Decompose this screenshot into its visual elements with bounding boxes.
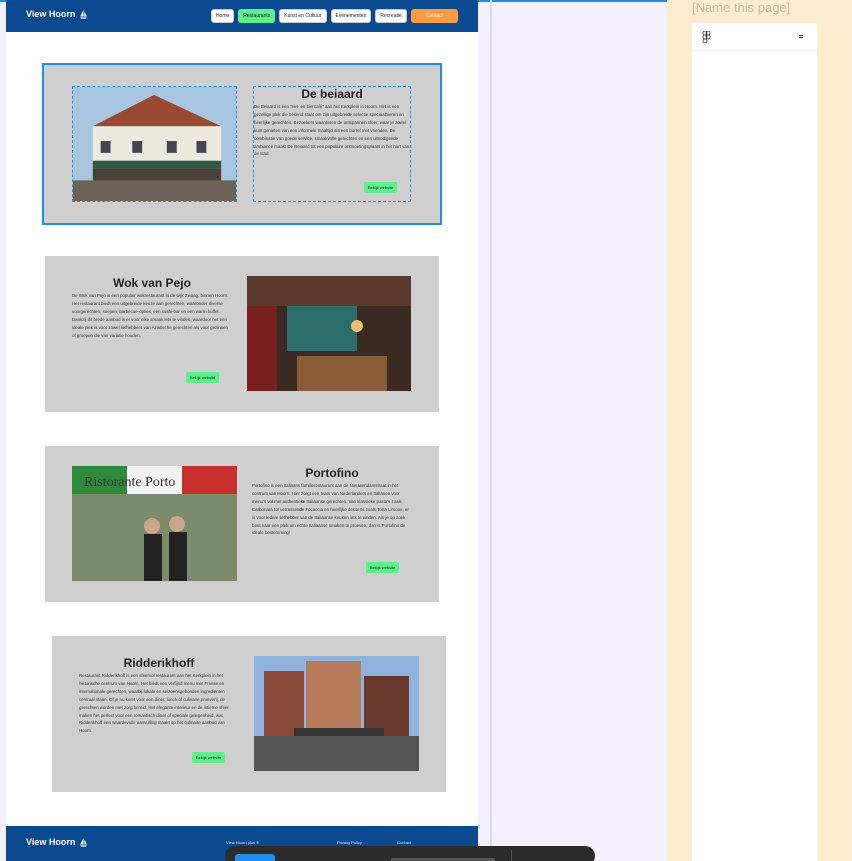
svg-text:Ristorante Porto: Ristorante Porto — [84, 475, 175, 490]
toolbar-active-tool[interactable] — [235, 854, 275, 861]
canvas-divider — [490, 0, 492, 861]
restaurant-description: Restaurant Ridderikhoff is een sfeervol … — [79, 673, 229, 734]
nav-contact[interactable]: Contact — [410, 9, 458, 23]
restaurant-card-portofino: Ristorante Porto Portofino Portofino is … — [45, 446, 439, 602]
restaurant-photo — [254, 656, 419, 771]
sailboat-icon — [80, 837, 88, 847]
restaurant-description: De Wok van Pejo is een populair wokresta… — [72, 293, 229, 338]
webpage-frame[interactable]: View Hoorn Home Restaurants Kunst en Cul… — [6, 0, 478, 861]
sailboat-icon — [80, 9, 88, 19]
mobile-header — [692, 23, 817, 51]
restaurant-photo — [72, 86, 237, 202]
brand-name: View Hoorn — [26, 9, 76, 19]
restaurant-card-ridderikhoff: Ridderikhoff Restaurant Ridderikhoff is … — [52, 636, 446, 792]
restaurant-text: Portofino Portofino is een Italiaans fam… — [252, 466, 412, 566]
restaurant-title: Portofino — [305, 466, 359, 480]
mobile-frame[interactable] — [692, 23, 817, 861]
nav-home[interactable]: Home — [210, 9, 235, 23]
restaurant-description: Portofino is een Italiaans familierestau… — [252, 483, 409, 536]
restaurant-card-wok: Wok van Pejo De Wok van Pejo is een popu… — [45, 256, 439, 412]
nav-recreatie[interactable]: Recreatie — [375, 9, 407, 23]
restaurant-text: Wok van Pejo De Wok van Pejo is een popu… — [72, 276, 232, 376]
website-button[interactable]: Bekijk website — [186, 372, 220, 383]
footer-privacy-link[interactable]: Privacy Policy — [337, 840, 362, 845]
restaurant-card-beiaard[interactable]: De beiaard De Beiaard is een "eet- en bi… — [42, 63, 442, 225]
footer-logo[interactable]: View Hoorn — [26, 837, 88, 847]
toolbar-divider — [511, 850, 512, 861]
restaurant-title: Ridderikhoff — [123, 656, 195, 670]
restaurant-text: Ridderikhoff Restaurant Ridderikhoff is … — [79, 656, 239, 756]
website-button[interactable]: Bekijk website — [366, 562, 400, 573]
restaurant-title: De beiaard — [301, 87, 363, 101]
site-logo[interactable]: View Hoorn — [26, 9, 88, 19]
nav-evenementen[interactable]: Evenementen — [330, 9, 372, 23]
footer-contact-link[interactable]: Contact — [397, 840, 411, 845]
restaurant-photo — [247, 276, 411, 391]
menu-icon[interactable] — [799, 35, 803, 38]
website-button[interactable]: Bekijk website — [364, 182, 398, 193]
site-header: View Hoorn Home Restaurants Kunst en Cul… — [6, 0, 478, 32]
nav-restaurants[interactable]: Restaurants — [238, 9, 276, 23]
page-name-label[interactable]: [Name this page] — [692, 0, 790, 15]
figma-icon — [702, 31, 711, 43]
footer-brand-name: View Hoorn — [26, 837, 76, 847]
restaurant-photo: Ristorante Porto — [72, 466, 237, 581]
design-canvas: View Hoorn Home Restaurants Kunst en Cul… — [0, 0, 852, 861]
bottom-toolbar — [225, 846, 595, 861]
main-nav: Home Restaurants Kunst en Cultuur Evenem… — [210, 9, 458, 23]
website-button[interactable]: Bekijk website — [192, 752, 226, 763]
footer-copyright: View Hoorn plus ® — [226, 840, 260, 845]
restaurant-description: De Beiaard is een "eet- en biercafé" aan… — [254, 104, 410, 157]
nav-kunst[interactable]: Kunst en Cultuur — [279, 9, 327, 23]
restaurant-title: Wok van Pejo — [113, 276, 191, 290]
